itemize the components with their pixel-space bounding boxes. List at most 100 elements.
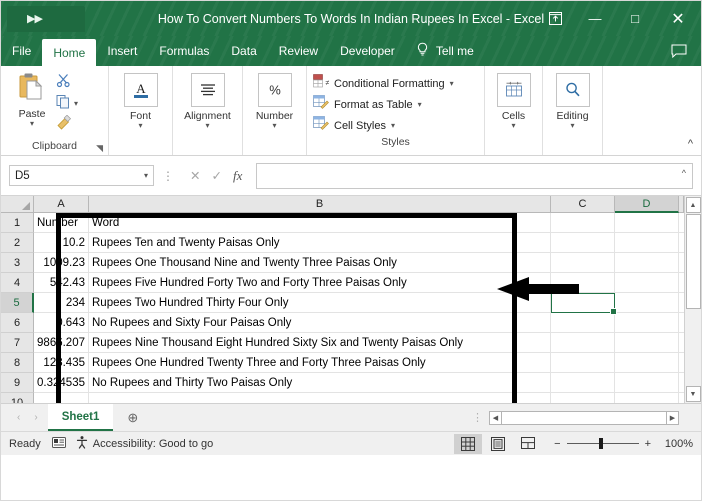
cells-chevron-down-icon[interactable]: ▾ — [511, 122, 515, 130]
formula-input[interactable]: ^ — [256, 162, 693, 189]
previous-sheet-icon[interactable]: ‹ — [17, 412, 20, 423]
scroll-right-button[interactable]: ▶ — [666, 410, 679, 425]
cut-button[interactable] — [56, 73, 78, 93]
number-chevron-down-icon[interactable]: ▾ — [272, 122, 276, 130]
cell-c2[interactable] — [551, 233, 615, 252]
cell-b3[interactable]: Rupees One Thousand Nine and Twenty Thre… — [89, 253, 551, 272]
row-header-4[interactable]: 4 — [1, 273, 34, 293]
add-sheet-button[interactable]: ⊕ — [113, 404, 152, 431]
collapse-ribbon-icon[interactable]: ^ — [688, 138, 693, 150]
record-macro-icon[interactable] — [51, 436, 66, 452]
scroll-down-button[interactable]: ▼ — [685, 386, 701, 402]
column-header-a[interactable]: A — [34, 196, 89, 213]
sheet-tab-sheet1[interactable]: Sheet1 — [47, 404, 114, 431]
cell-a5[interactable]: 234 — [34, 293, 89, 312]
alignment-button[interactable]: Alignment ▾ — [180, 70, 235, 130]
editing-button[interactable]: Editing ▾ — [550, 70, 595, 130]
cell-styles-button[interactable]: Cell Styles ▾ — [313, 116, 478, 135]
cell-d8[interactable] — [615, 353, 679, 372]
cell-d6[interactable] — [615, 313, 679, 332]
tab-formulas[interactable]: Formulas — [148, 36, 220, 66]
format-as-table-button[interactable]: Format as Table ▾ — [313, 95, 478, 114]
cancel-formula-icon[interactable]: ✕ — [190, 168, 200, 183]
format-as-table-chevron-down-icon[interactable]: ▾ — [418, 100, 422, 109]
cell-d3[interactable] — [615, 253, 679, 272]
accessibility-status[interactable]: Accessibility: Good to go — [75, 435, 213, 452]
normal-view-icon[interactable] — [454, 433, 483, 454]
clipboard-dialog-launcher-icon[interactable]: ◥ — [96, 143, 103, 154]
row-header-1[interactable]: 1 — [1, 213, 34, 233]
tab-home[interactable]: Home — [42, 39, 97, 66]
cell-b2[interactable]: Rupees Ten and Twenty Paisas Only — [89, 233, 551, 252]
row-header-6[interactable]: 6 — [1, 313, 34, 333]
double-chevron-right-icon[interactable]: ▶▶ — [27, 12, 43, 25]
cell-b7[interactable]: Rupees Nine Thousand Eight Hundred Sixty… — [89, 333, 551, 352]
insert-function-icon[interactable]: fx — [233, 168, 242, 184]
cell-b4[interactable]: Rupees Five Hundred Forty Two and Forty … — [89, 273, 551, 292]
cell-c5[interactable] — [551, 293, 615, 312]
cell-c10[interactable] — [551, 393, 615, 403]
row-header-10[interactable]: 10 — [1, 393, 34, 403]
maximize-button[interactable]: □ — [615, 1, 655, 36]
expand-formula-bar-icon[interactable]: ^ — [682, 168, 686, 178]
editing-chevron-down-icon[interactable]: ▾ — [570, 122, 574, 130]
cell-d9[interactable] — [615, 373, 679, 392]
cell-a9[interactable]: 0.324535 — [34, 373, 89, 392]
cell-d2[interactable] — [615, 233, 679, 252]
cell-d7[interactable] — [615, 333, 679, 352]
cell-b10[interactable] — [89, 393, 551, 403]
conditional-formatting-button[interactable]: ≠ Conditional Formatting ▾ — [313, 74, 478, 93]
column-header-b[interactable]: B — [89, 196, 551, 213]
page-break-view-icon[interactable] — [514, 434, 542, 454]
zoom-out-button[interactable]: − — [554, 438, 560, 450]
tab-insert[interactable]: Insert — [96, 36, 148, 66]
scroll-up-button[interactable]: ▲ — [685, 197, 701, 213]
quick-access-toolbar[interactable]: ▶▶ — [7, 5, 85, 32]
zoom-slider[interactable] — [566, 438, 639, 449]
cell-c3[interactable] — [551, 253, 615, 272]
name-box[interactable]: D5 ▾ — [9, 165, 154, 186]
cell-a10[interactable] — [34, 393, 89, 403]
cell-d5[interactable] — [615, 293, 679, 312]
horizontal-scrollbar[interactable]: ◀ ▶ — [489, 410, 679, 425]
cell-d10[interactable] — [615, 393, 679, 403]
next-sheet-icon[interactable]: › — [34, 412, 37, 423]
cell-a7[interactable]: 9866.207 — [34, 333, 89, 352]
cell-b8[interactable]: Rupees One Hundred Twenty Three and Fort… — [89, 353, 551, 372]
row-header-5[interactable]: 5 — [1, 293, 34, 313]
row-header-3[interactable]: 3 — [1, 253, 34, 273]
cell-a1[interactable]: Number — [34, 213, 89, 232]
column-header-d[interactable]: D — [615, 196, 679, 213]
font-button[interactable]: A Font ▾ — [116, 70, 165, 130]
sheet-nav-arrows[interactable]: ‹ › — [7, 404, 48, 431]
column-header-c[interactable]: C — [551, 196, 615, 213]
cell-c7[interactable] — [551, 333, 615, 352]
copy-chevron-down-icon[interactable]: ▾ — [74, 100, 78, 108]
page-layout-view-icon[interactable] — [484, 434, 512, 454]
format-painter-button[interactable] — [56, 114, 78, 135]
zoom-control[interactable]: − + 100% — [544, 438, 693, 450]
tab-file[interactable]: File — [1, 36, 42, 66]
close-button[interactable]: ✕ — [655, 1, 701, 36]
scroll-left-button[interactable]: ◀ — [489, 410, 502, 425]
number-button[interactable]: % Number ▾ — [250, 70, 299, 130]
cell-c6[interactable] — [551, 313, 615, 332]
row-header-2[interactable]: 2 — [1, 233, 34, 253]
cell-a6[interactable]: 0.643 — [34, 313, 89, 332]
vertical-scroll-thumb[interactable] — [685, 214, 701, 309]
comments-icon[interactable] — [671, 36, 701, 66]
cell-b9[interactable]: No Rupees and Thirty Two Paisas Only — [89, 373, 551, 392]
paste-chevron-down-icon[interactable]: ▾ — [30, 120, 34, 128]
horizontal-split-handle[interactable]: ⋮ — [472, 404, 489, 431]
cell-b5[interactable]: Rupees Two Hundred Thirty Four Only — [89, 293, 551, 312]
copy-button[interactable]: ▾ — [56, 94, 78, 114]
tab-developer[interactable]: Developer — [329, 36, 406, 66]
vertical-scrollbar[interactable]: ▲ ▼ — [684, 196, 701, 403]
cell-c4[interactable] — [551, 273, 615, 292]
cell-styles-chevron-down-icon[interactable]: ▾ — [391, 121, 395, 130]
row-header-8[interactable]: 8 — [1, 353, 34, 373]
cells-button[interactable]: Cells ▾ — [492, 70, 535, 130]
cell-b1[interactable]: Word — [89, 213, 551, 232]
minimize-button[interactable]: — — [575, 1, 615, 36]
ribbon-display-options-icon[interactable] — [535, 1, 575, 36]
